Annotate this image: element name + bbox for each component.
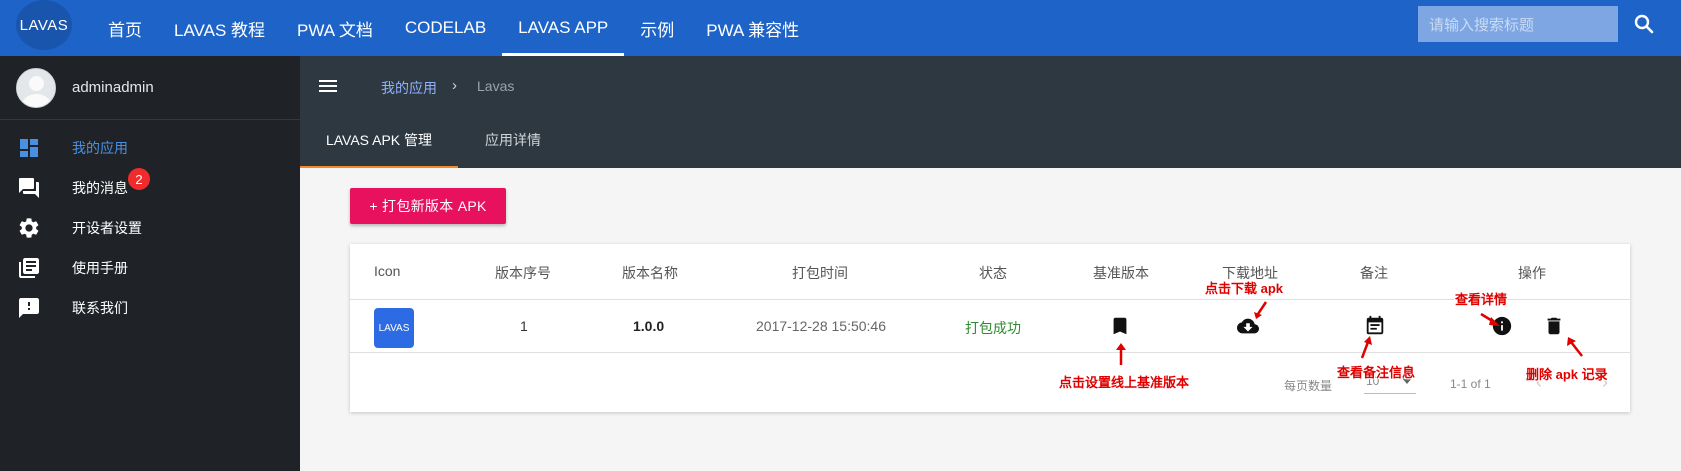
dashboard-icon	[20, 139, 38, 157]
sidebar-item-contact[interactable]: 联系我们	[0, 288, 300, 328]
col-status: 状态	[979, 265, 1007, 281]
annotation-arrow	[1254, 301, 1268, 319]
avatar	[16, 67, 56, 108]
annotation-arrow	[1360, 336, 1372, 359]
col-version-name: 版本名称	[622, 265, 678, 281]
annotation-arrow	[1116, 343, 1126, 365]
sidebar-item-messages[interactable]: 我的消息 2	[0, 168, 300, 208]
nav-examples[interactable]: 示例	[624, 0, 690, 56]
build-new-apk-button[interactable]: + 打包新版本 APK	[350, 188, 506, 224]
status-cell: 打包成功	[965, 320, 1021, 336]
lavas-logo[interactable]: LAVAS	[16, 0, 72, 50]
version-name-cell: 1.0.0	[633, 318, 665, 334]
pagination-range: 1-1 of 1	[1450, 377, 1491, 391]
forum-icon	[19, 178, 39, 198]
build-time-cell: 2017-12-28 15:50:46	[756, 318, 886, 334]
main-content: + 打包新版本 APK Icon 版本序号 版本名称 打包时间 状态 基准版本 …	[300, 168, 1681, 471]
content-header: 我的应用 › Lavas LAVAS APK 管理 应用详情	[300, 56, 1681, 168]
menu-icon[interactable]	[316, 74, 340, 98]
nav-lavas-tutorial[interactable]: LAVAS 教程	[158, 0, 281, 56]
apk-table-card: Icon 版本序号 版本名称 打包时间 状态 基准版本 下载地址 备注 操作 L…	[350, 244, 1630, 412]
apk-app-icon: LAVAS	[374, 308, 414, 348]
event-note-icon[interactable]	[1364, 315, 1386, 337]
annotation-arrow	[1480, 312, 1500, 326]
col-build-time: 打包时间	[792, 265, 848, 281]
tab-apk-management[interactable]: LAVAS APK 管理	[300, 112, 458, 168]
sidebar-item-label: 开设者设置	[72, 220, 142, 236]
sidebar: adminadmin 我的应用 我的消息 2 开设者设置 使用手册 联系我们	[0, 56, 300, 471]
nav-lavas-app[interactable]: LAVAS APP	[502, 0, 625, 56]
nav-codelab[interactable]: CODELAB	[389, 0, 502, 56]
annotation-arrow	[1567, 337, 1583, 357]
col-actions: 操作	[1518, 265, 1546, 281]
table-header: Icon 版本序号 版本名称 打包时间 状态 基准版本 下载地址 备注 操作	[350, 244, 1630, 300]
col-note: 备注	[1360, 265, 1388, 281]
delete-icon[interactable]	[1543, 315, 1565, 337]
top-app-bar: LAVAS 首页 LAVAS 教程 PWA 文档 CODELAB LAVAS A…	[0, 0, 1681, 56]
annotation-note: 查看备注信息	[1337, 365, 1416, 380]
main-nav: 首页 LAVAS 教程 PWA 文档 CODELAB LAVAS APP 示例 …	[92, 0, 815, 56]
search-input[interactable]: 请输入搜索标题	[1418, 6, 1618, 42]
tab-app-details[interactable]: 应用详情	[458, 112, 568, 168]
sidebar-item-label: 使用手册	[72, 260, 128, 276]
version-code-cell: 1	[520, 318, 528, 334]
nav-home[interactable]: 首页	[92, 0, 158, 56]
sidebar-item-label: 联系我们	[72, 300, 128, 316]
sidebar-item-manual[interactable]: 使用手册	[0, 248, 300, 288]
sidebar-item-my-apps[interactable]: 我的应用	[0, 128, 300, 168]
annotation-detail: 查看详情	[1455, 292, 1508, 307]
table-row: LAVAS 1 1.0.0 2017-12-28 15:50:46 打包成功	[350, 301, 1630, 353]
annotation-baseline: 点击设置线上基准版本	[1059, 375, 1190, 390]
breadcrumb-parent[interactable]: 我的应用	[381, 78, 437, 98]
breadcrumb-separator: ›	[452, 77, 457, 94]
breadcrumb-current: Lavas	[477, 78, 515, 94]
library-books-icon	[19, 258, 39, 278]
rows-per-page-label: 每页数量	[1284, 379, 1333, 393]
feedback-icon	[19, 298, 39, 318]
annotation-download: 点击下载 apk	[1205, 281, 1284, 296]
sidebar-item-dev-settings[interactable]: 开设者设置	[0, 208, 300, 248]
col-baseline: 基准版本	[1093, 265, 1149, 281]
user-profile[interactable]: adminadmin	[0, 56, 300, 120]
sidebar-item-label: 我的应用	[72, 140, 128, 156]
search-icon[interactable]	[1632, 12, 1656, 36]
col-version-code: 版本序号	[495, 265, 551, 281]
sidebar-item-label: 我的消息	[72, 180, 128, 196]
annotation-delete: 删除 apk 记录	[1526, 367, 1608, 382]
settings-gear-icon	[19, 218, 39, 238]
nav-pwa-docs[interactable]: PWA 文档	[281, 0, 389, 56]
unread-badge: 2	[128, 168, 150, 190]
col-icon: Icon	[374, 263, 401, 279]
bookmark-icon[interactable]	[1109, 315, 1131, 337]
username: adminadmin	[72, 79, 154, 96]
nav-pwa-compat[interactable]: PWA 兼容性	[690, 0, 815, 56]
